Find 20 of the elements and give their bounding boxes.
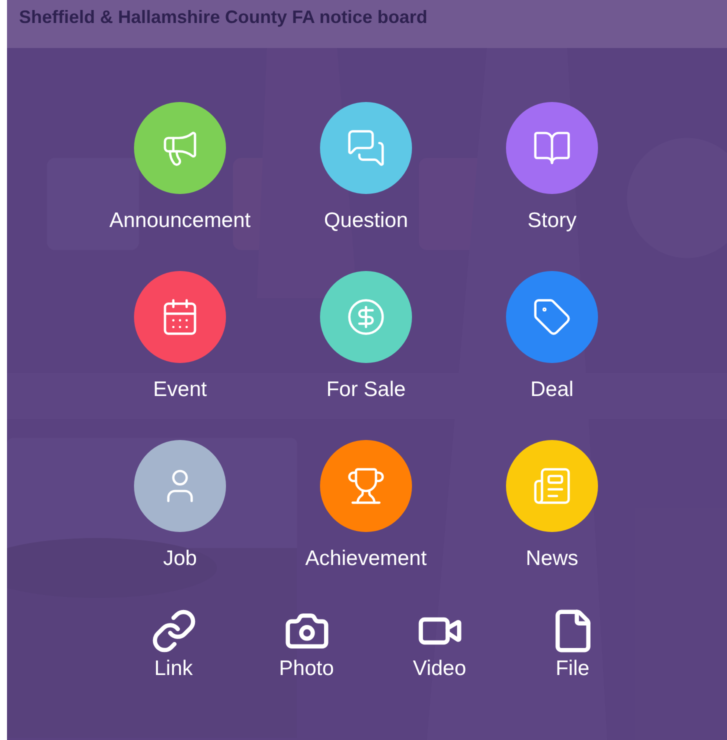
- post-type-button[interactable]: Event: [87, 271, 273, 403]
- attach-button[interactable]: Link: [107, 608, 240, 682]
- post-type-button[interactable]: For Sale: [273, 271, 459, 403]
- attach-button[interactable]: Photo: [240, 608, 373, 682]
- post-type-button[interactable]: Achievement: [273, 440, 459, 572]
- post-type-button[interactable]: News: [459, 440, 645, 572]
- post-type-button[interactable]: Job: [87, 440, 273, 572]
- link-icon: [150, 608, 196, 654]
- dollar-coin-icon: [346, 297, 386, 337]
- post-type-button[interactable]: Announcement: [87, 102, 273, 234]
- board-title: Sheffield & Hallamshire County FA notice board: [19, 6, 428, 29]
- attach-button[interactable]: Video: [373, 608, 506, 682]
- attach-button[interactable]: File: [506, 608, 639, 682]
- post-type-button[interactable]: Deal: [459, 271, 645, 403]
- speech-bubbles-icon: [346, 128, 386, 168]
- newspaper-icon: [532, 466, 572, 506]
- trophy-icon: [346, 466, 386, 506]
- tag-icon: [532, 297, 572, 337]
- post-type-button[interactable]: Story: [459, 102, 645, 234]
- post-type-button[interactable]: Question: [273, 102, 459, 234]
